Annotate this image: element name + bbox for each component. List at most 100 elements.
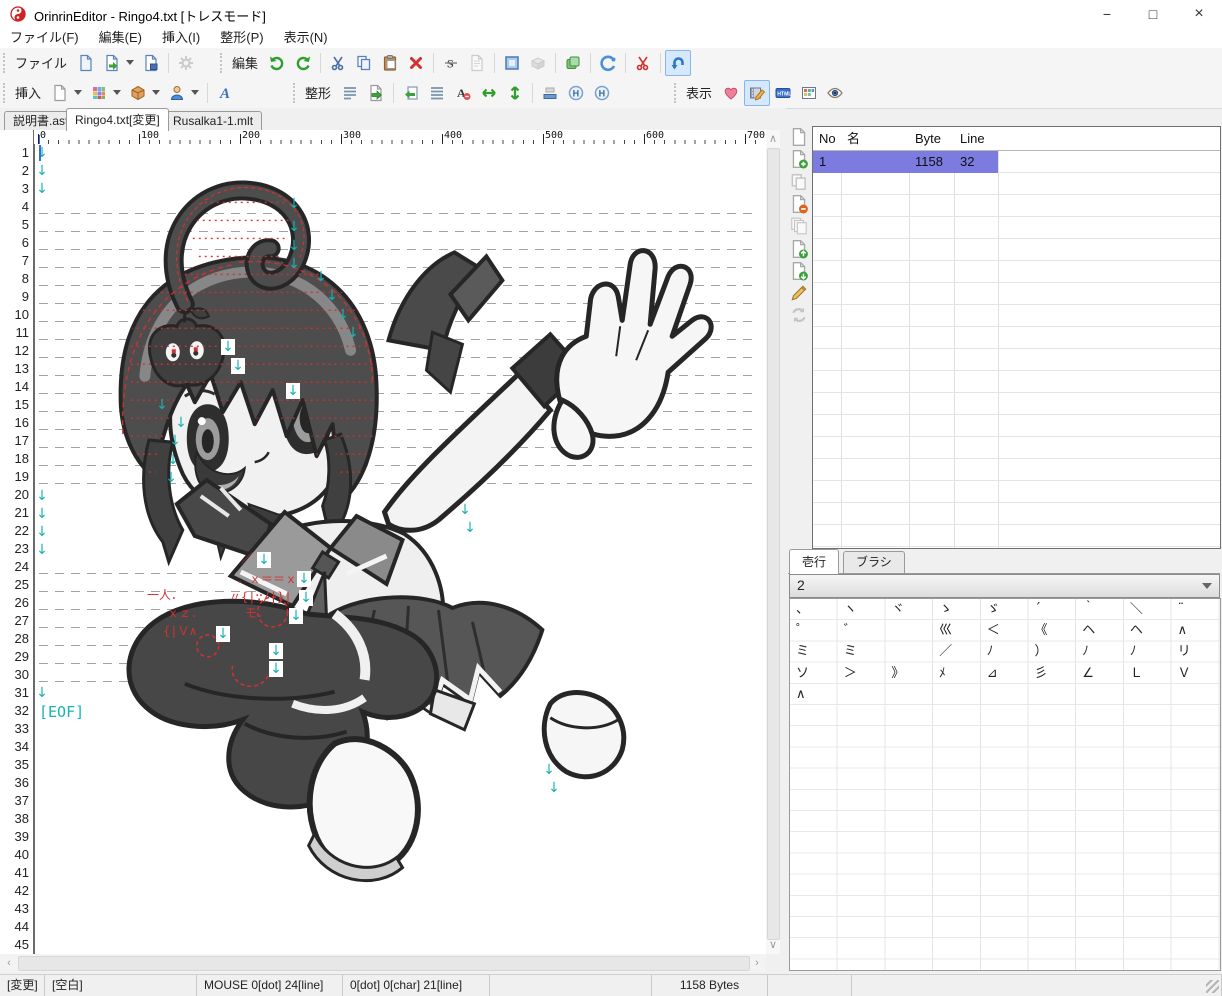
- palette-char-cell[interactable]: ミ: [839, 641, 890, 662]
- menu-item-0[interactable]: ファイル(F): [0, 28, 89, 48]
- scroll-down-icon[interactable]: ∨: [766, 938, 780, 952]
- menu-item-4[interactable]: 表示(N): [274, 28, 338, 48]
- palette-tab-1[interactable]: ブラシ: [843, 551, 905, 573]
- delete-icon[interactable]: [403, 50, 429, 76]
- grid-palette-icon[interactable]: [796, 80, 822, 106]
- refresh-icon[interactable]: [789, 305, 809, 325]
- palette-char-cell[interactable]: ゜: [791, 620, 842, 641]
- horizontal-scrollbar[interactable]: ‹ ›: [0, 954, 766, 972]
- scroll-left-icon[interactable]: ‹: [2, 956, 16, 970]
- palette-char-cell[interactable]: ／: [934, 641, 985, 662]
- palette-char-cell[interactable]: ⊿: [982, 663, 1033, 684]
- palette-char-cell[interactable]: Ｖ: [1173, 663, 1222, 684]
- palette-char-cell[interactable]: ＼: [1125, 599, 1176, 620]
- file-add-icon[interactable]: [789, 149, 809, 169]
- file-list-table[interactable]: No 名 Byte Line 1 1158 32: [812, 126, 1221, 549]
- palette-char-cell[interactable]: ミ: [791, 641, 842, 662]
- palette-char-cell[interactable]: ´: [1030, 599, 1081, 620]
- h-circle-1-icon[interactable]: H: [563, 80, 589, 106]
- menu-item-2[interactable]: 挿入(I): [152, 28, 210, 48]
- palette-char-cell[interactable]: ＜: [982, 620, 1033, 641]
- bar-bottom-icon[interactable]: [537, 80, 563, 106]
- palette-char-cell[interactable]: ヽ: [839, 599, 890, 620]
- dropdown-arrow-icon[interactable]: [113, 90, 122, 95]
- font-convert-icon[interactable]: A: [450, 80, 476, 106]
- h-circle-2-icon[interactable]: H: [589, 80, 615, 106]
- copy-icon[interactable]: [351, 50, 377, 76]
- scissors-red-icon[interactable]: [630, 50, 656, 76]
- palette-tab-0[interactable]: 壱行: [789, 549, 840, 575]
- eye-icon[interactable]: [822, 80, 848, 106]
- layers-icon[interactable]: [560, 50, 586, 76]
- justify-lines-icon[interactable]: [424, 80, 450, 106]
- window-resize-grip[interactable]: [1206, 980, 1219, 993]
- close-button[interactable]: ×: [1176, 0, 1222, 28]
- undo-icon[interactable]: [264, 50, 290, 76]
- palette-char-cell[interactable]: ヾ: [886, 599, 937, 620]
- file-copy-icon[interactable]: [789, 172, 809, 192]
- dropdown-arrow-icon[interactable]: [191, 90, 200, 95]
- file-down-icon[interactable]: [789, 261, 809, 281]
- save-file-icon[interactable]: [138, 50, 164, 76]
- film-pencil-icon[interactable]: [744, 79, 771, 106]
- open-file-icon[interactable]: [99, 50, 125, 76]
- menu-item-1[interactable]: 編集(E): [89, 28, 152, 48]
- menu-item-3[interactable]: 整形(P): [210, 28, 273, 48]
- edit-pencil-icon[interactable]: [789, 283, 809, 303]
- color-grid-icon[interactable]: [86, 80, 112, 106]
- palette-char-cell[interactable]: 《: [1030, 620, 1081, 641]
- palette-char-cell[interactable]: ヘ: [1077, 620, 1128, 641]
- palette-char-cell[interactable]: ヘ: [1125, 620, 1176, 641]
- redo-icon[interactable]: [290, 50, 316, 76]
- align-lines-icon[interactable]: [337, 80, 363, 106]
- palette-char-cell[interactable]: ）: [1030, 641, 1081, 662]
- strike-icon[interactable]: S: [438, 50, 464, 76]
- palette-char-cell[interactable]: 、: [791, 599, 842, 620]
- box-icon[interactable]: [125, 80, 151, 106]
- curve-icon[interactable]: [595, 50, 621, 76]
- file-remove-icon[interactable]: [789, 194, 809, 214]
- insert-page-icon[interactable]: [47, 80, 73, 106]
- palette-char-cell[interactable]: リ: [1173, 641, 1222, 662]
- document-tab-2[interactable]: Rusalka1-1.mlt: [164, 111, 263, 131]
- person-icon[interactable]: [164, 80, 190, 106]
- page-arrow-right-icon[interactable]: [363, 80, 389, 106]
- palette-char-cell[interactable]: ∧: [791, 684, 842, 705]
- file-stack-icon[interactable]: [789, 216, 809, 236]
- new-file-icon[interactable]: [73, 50, 99, 76]
- palette-char-cell[interactable]: ﾉ: [1077, 641, 1128, 662]
- paste-icon[interactable]: [377, 50, 403, 76]
- palette-char-cell[interactable]: ∠: [1077, 663, 1128, 684]
- palette-char-cell[interactable]: ∧: [1173, 620, 1222, 641]
- arrow-v-icon[interactable]: [502, 80, 528, 106]
- scroll-up-icon[interactable]: ∧: [766, 132, 780, 146]
- dropdown-arrow-icon[interactable]: [126, 60, 135, 65]
- scroll-right-icon[interactable]: ›: [750, 956, 764, 970]
- palette-char-cell[interactable]: ｀: [1077, 599, 1128, 620]
- palette-char-cell[interactable]: ¨: [1173, 599, 1222, 620]
- html-icon[interactable]: HTML: [770, 80, 796, 106]
- dropdown-arrow-icon[interactable]: [152, 90, 161, 95]
- palette-char-cell[interactable]: 巛: [934, 620, 985, 641]
- palette-char-cell[interactable]: 》: [886, 663, 937, 684]
- cut-icon[interactable]: [325, 50, 351, 76]
- palette-char-cell[interactable]: Ｌ: [1125, 663, 1176, 684]
- palette-char-cell[interactable]: ﾉ: [982, 641, 1033, 662]
- palette-char-cell[interactable]: ﾉ: [1125, 641, 1176, 662]
- file-up-icon[interactable]: [789, 239, 809, 259]
- palette-char-cell[interactable]: ゞ: [982, 599, 1033, 620]
- palette-char-cell[interactable]: ソ: [791, 663, 842, 684]
- line-select-combobox[interactable]: 2: [789, 574, 1220, 598]
- palette-char-cell[interactable]: ゝ: [934, 599, 985, 620]
- vertical-scroll-thumb[interactable]: [767, 148, 780, 940]
- editor-canvas[interactable]: ／ ．ｘ＝＝ｘ 一人． 〃{|∵/|}| ｘｚ． モ． {|Ｖ∧ ↓ ↓ ↓ ↓ ↓ ↓ ↓ ↓ ↓ ↓ ↓ ↓ ↓…: [35, 144, 766, 954]
- document-tab-1[interactable]: Ringo4.txt[変更]: [66, 108, 169, 131]
- file-blank-icon[interactable]: [789, 127, 809, 147]
- box-arrow-left-icon[interactable]: [398, 80, 424, 106]
- uturn-icon[interactable]: [665, 49, 692, 76]
- palette-char-cell[interactable]: ﾒ: [934, 663, 985, 684]
- select-rect-icon[interactable]: [499, 50, 525, 76]
- horizontal-scroll-thumb[interactable]: [18, 956, 750, 971]
- palette-char-cell[interactable]: 彡: [1030, 663, 1081, 684]
- palette-char-cell[interactable]: ゛: [839, 620, 890, 641]
